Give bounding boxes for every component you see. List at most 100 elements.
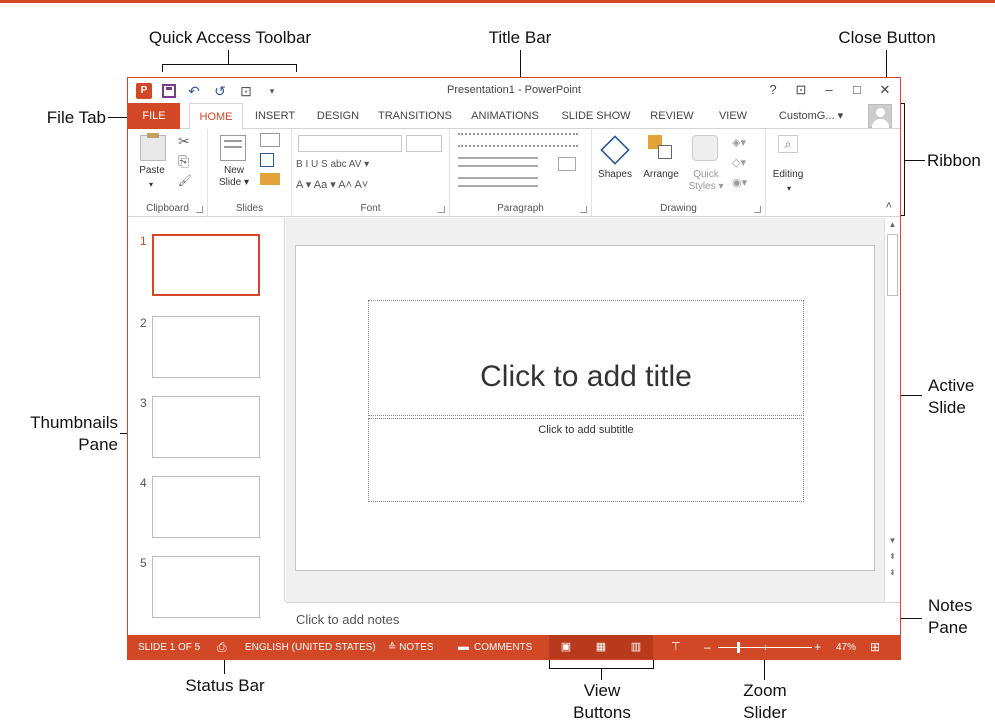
notes-toggle-button[interactable]: ≙ NOTES [388, 635, 434, 659]
maximize-icon[interactable]: □ [850, 81, 864, 99]
zoom-out-icon[interactable]: – [704, 635, 711, 659]
ribbon-display-options-icon[interactable]: ⊡ [794, 81, 808, 99]
minimize-icon[interactable]: – [822, 81, 836, 99]
callout-line [224, 660, 225, 674]
callout-line [549, 660, 550, 669]
callout-notes-pane-1: Notes [928, 596, 973, 615]
normal-view-icon[interactable]: ▣ [549, 635, 583, 659]
collapse-ribbon-icon[interactable]: ˄ [886, 200, 892, 212]
dialog-launcher-icon[interactable] [754, 206, 761, 213]
callout-line [905, 160, 925, 161]
bullets-numbering-icon[interactable] [458, 133, 578, 147]
shapes-icon[interactable] [600, 135, 630, 165]
dialog-launcher-icon[interactable] [438, 206, 445, 213]
callout-title-bar: Title Bar [488, 28, 552, 47]
callout-line [162, 64, 296, 65]
zoom-slider-thumb[interactable] [737, 642, 740, 653]
quick-styles-dropdown[interactable]: Styles ▾ [686, 181, 726, 193]
scroll-up-icon[interactable]: ▲ [885, 218, 900, 232]
dialog-launcher-icon[interactable] [196, 206, 203, 213]
quick-styles-icon[interactable] [692, 135, 718, 161]
group-label-drawing: Drawing [660, 203, 697, 214]
notes-placeholder[interactable]: Click to add notes [296, 612, 399, 627]
account-name[interactable]: CustomG... ▾ [768, 103, 854, 129]
previous-slide-icon[interactable]: ⇞ [885, 550, 900, 564]
font-format-buttons[interactable]: B I U S abc AV ▾ [296, 159, 446, 171]
slide-thumbnail-5[interactable] [152, 556, 260, 618]
thumbnail-number: 1 [140, 234, 147, 248]
tab-design[interactable]: DESIGN [308, 103, 368, 129]
powerpoint-window: P ↶ ↺ ⊡ ▾ Presentation1 - PowerPoint ? ⊡… [127, 77, 901, 660]
tab-home[interactable]: HOME [189, 103, 243, 130]
fit-slide-icon[interactable]: ⊞ [870, 635, 880, 659]
font-size-buttons[interactable]: A ▾ Aa ▾ A˄ A˅ [296, 179, 446, 191]
callout-quick-access-toolbar: Quick Access Toolbar [148, 28, 312, 47]
zoom-in-icon[interactable]: + [814, 635, 821, 659]
new-slide-dropdown[interactable]: Slide ▾ [214, 177, 254, 189]
paste-dropdown-icon[interactable]: ▾ [146, 179, 156, 191]
group-label-slides: Slides [235, 203, 264, 214]
close-icon[interactable]: ✕ [878, 81, 892, 99]
slide-show-view-icon[interactable]: ⊤ [671, 635, 681, 659]
align-icon[interactable] [458, 177, 538, 187]
slide-thumbnail-3[interactable] [152, 396, 260, 458]
tab-review[interactable]: REVIEW [642, 103, 702, 129]
subtitle-placeholder[interactable]: Click to add subtitle [368, 418, 804, 502]
scrollbar-thumb[interactable] [887, 234, 898, 296]
format-painter-icon[interactable]: 🖌 [178, 173, 192, 189]
tab-insert[interactable]: INSERT [248, 103, 302, 129]
editing-button[interactable]: Editing [766, 169, 810, 181]
new-slide-label[interactable]: New [214, 165, 254, 177]
arrange-button[interactable]: Arrange [638, 169, 684, 181]
callout-notes-pane-2: Pane [928, 618, 968, 637]
quick-styles-label[interactable]: Quick [686, 169, 726, 181]
vertical-scrollbar[interactable]: ▲ ▼ ⇞ ⇟ [884, 218, 900, 602]
slide-thumbnail-4[interactable] [152, 476, 260, 538]
paste-button[interactable]: Paste [134, 165, 170, 177]
active-slide[interactable]: Click to add title Click to add subtitle [295, 245, 875, 571]
new-slide-icon[interactable] [220, 135, 246, 161]
reading-view-icon[interactable]: ▥ [619, 635, 653, 659]
editing-dropdown-icon[interactable]: ▾ [784, 183, 794, 195]
help-icon[interactable]: ? [766, 81, 780, 99]
callout-line [296, 64, 297, 72]
copy-icon[interactable]: ⎘ [178, 153, 189, 169]
tab-slide-show[interactable]: SLIDE SHOW [556, 103, 636, 129]
layout-icon[interactable] [260, 133, 280, 147]
indent-icon[interactable] [458, 157, 538, 167]
spelling-check-icon[interactable]: ⎙ [217, 635, 227, 659]
tab-transitions[interactable]: TRANSITIONS [374, 103, 456, 129]
section-icon[interactable] [260, 173, 280, 185]
slide-thumbnail-2[interactable] [152, 316, 260, 378]
shapes-button[interactable]: Shapes [594, 169, 636, 181]
zoom-level[interactable]: 47% [836, 635, 856, 659]
font-name-select[interactable] [298, 135, 402, 152]
tab-file[interactable]: FILE [128, 103, 180, 129]
slide-sorter-view-icon[interactable]: ▦ [584, 635, 618, 659]
slide-thumbnail-1[interactable] [152, 234, 260, 296]
language-indicator[interactable]: ENGLISH (UNITED STATES) [245, 635, 376, 659]
next-slide-icon[interactable]: ⇟ [885, 566, 900, 580]
dialog-launcher-icon[interactable] [580, 206, 587, 213]
align-text-icon[interactable] [558, 157, 576, 171]
comments-icon[interactable]: ▬ [458, 635, 469, 659]
reset-icon[interactable] [260, 153, 274, 167]
tab-view[interactable]: VIEW [706, 103, 760, 129]
shape-effects-icon[interactable]: ◉▾ [732, 175, 747, 191]
tab-animations[interactable]: ANIMATIONS [462, 103, 548, 129]
cut-icon[interactable]: ✂ [178, 133, 190, 149]
scroll-down-icon[interactable]: ▼ [885, 534, 900, 548]
font-size-select[interactable] [406, 135, 442, 152]
group-font: B I U S abc AV ▾ A ▾ Aa ▾ A˄ A˅ Font [292, 129, 450, 217]
paste-icon[interactable] [140, 133, 166, 161]
shape-fill-icon[interactable]: ◈▾ [732, 135, 746, 151]
arrange-icon[interactable] [648, 135, 674, 161]
slide-counter[interactable]: SLIDE 1 OF 5 [138, 635, 200, 659]
notes-pane[interactable]: Click to add notes [286, 602, 900, 634]
title-placeholder[interactable]: Click to add title [368, 300, 804, 416]
shape-outline-icon[interactable]: ◇▾ [732, 155, 746, 171]
comments-toggle-button[interactable]: COMMENTS [474, 635, 532, 659]
thumbnail-number: 2 [140, 316, 147, 330]
find-icon[interactable]: ⌕ [778, 135, 798, 153]
avatar[interactable] [868, 104, 892, 128]
